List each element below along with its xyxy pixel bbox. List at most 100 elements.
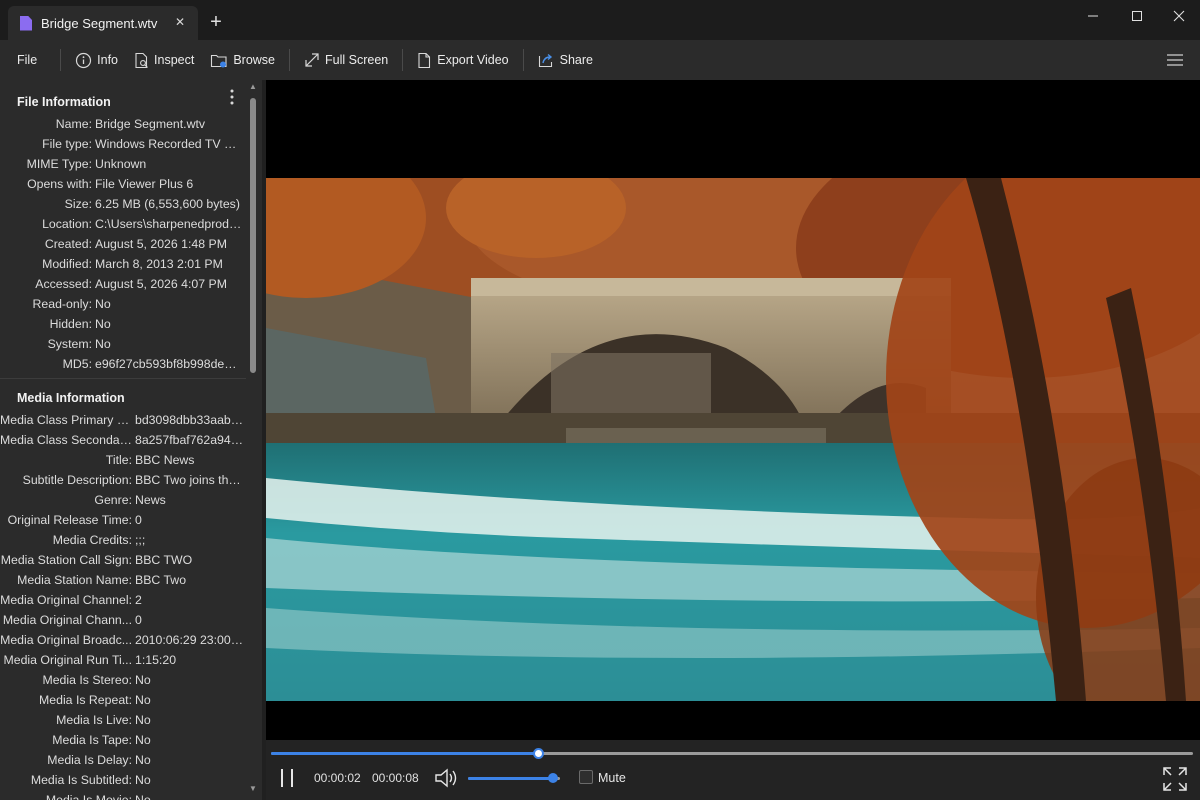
info-row-label: Read-only: (32, 297, 92, 311)
info-row: Media Class Primary ID: bd3098dbb33aab4..… (0, 410, 246, 430)
close-window-button[interactable] (1156, 0, 1200, 32)
info-row-label: Media Credits: (52, 533, 132, 547)
info-row: Media Original Broadc... 2010:06:29 23:00… (0, 630, 246, 650)
info-row-label: Media Is Delay: (47, 753, 132, 767)
info-row-value: August 5, 2026 1:48 PM (95, 237, 227, 251)
info-row-label: System: (47, 337, 92, 351)
info-row-label: Media Station Call Sign: (0, 553, 132, 567)
info-row-label: Subtitle Description: (22, 473, 132, 487)
fullscreen-toolbar-button[interactable]: Full Screen (296, 46, 396, 74)
inspect-icon (135, 52, 148, 68)
info-row-value: No (95, 297, 111, 311)
pause-icon[interactable] (278, 766, 296, 790)
info-row-value: 0 (135, 513, 142, 527)
info-row: Media Is Movie: No (0, 790, 246, 800)
info-row-label: Genre: (94, 493, 132, 507)
mute-checkbox[interactable] (579, 770, 593, 784)
info-row-value: March 8, 2013 2:01 PM (95, 257, 223, 271)
info-sidebar[interactable]: File Information Name: Bridge Segment.wtv… (0, 80, 262, 800)
export-document-icon (418, 52, 431, 68)
current-time: 00:00:02 (314, 771, 361, 785)
info-row-value: C:\Users\sharpenedprodu... (95, 217, 243, 231)
mute-label: Mute (598, 771, 626, 785)
info-row: MD5: e96f27cb593bf8b998de817... (0, 354, 246, 374)
info-row-value: 8a257fbaf762a947... (135, 433, 245, 447)
info-row: Media Is Live: No (0, 710, 246, 730)
info-row-label: Media Is Repeat: (39, 693, 132, 707)
info-row-label: Size: (64, 197, 92, 211)
hamburger-menu-icon[interactable] (1166, 52, 1184, 68)
scroll-up-arrow-icon[interactable]: ▲ (249, 82, 257, 91)
info-row: Media Original Chann... 0 (0, 610, 246, 630)
seek-bar-thumb[interactable] (533, 748, 545, 759)
info-row-value: No (135, 793, 151, 800)
toolbar: File Info Inspect Browse Full Screen Exp… (0, 40, 1200, 80)
file-menu-button[interactable]: File (0, 46, 54, 74)
minimize-icon (1088, 15, 1098, 17)
toolbar-divider (289, 49, 291, 71)
inspect-button[interactable]: Inspect (126, 46, 202, 74)
info-row-value: BBC Two (135, 573, 187, 587)
share-button[interactable]: Share (530, 46, 601, 74)
toolbar-divider (60, 49, 62, 71)
video-frame (266, 178, 1200, 701)
info-row-label: Media Class Secondary... (0, 433, 132, 447)
export-video-label: Export Video (437, 53, 509, 67)
info-row: Media Is Delay: No (0, 750, 246, 770)
info-row-value: News (135, 493, 166, 507)
expand-diagonal-icon (305, 53, 319, 67)
video-viewport[interactable] (266, 80, 1200, 740)
info-label: Info (97, 53, 119, 67)
info-row-value: No (135, 713, 151, 727)
browse-label: Browse (233, 53, 276, 67)
maximize-button[interactable] (1114, 0, 1160, 32)
info-button[interactable]: Info (67, 46, 126, 74)
info-row-value: No (135, 693, 151, 707)
scroll-down-arrow-icon[interactable]: ▼ (249, 784, 257, 793)
volume-slider[interactable] (468, 773, 560, 783)
maximize-icon (1132, 11, 1142, 21)
volume-slider-thumb[interactable] (547, 773, 558, 783)
info-row: Name: Bridge Segment.wtv (0, 114, 246, 134)
info-row-label: Hidden: (49, 317, 92, 331)
info-row: Media Is Stereo: No (0, 670, 246, 690)
info-row: Location: C:\Users\sharpenedprodu... (0, 214, 246, 234)
seek-bar[interactable] (271, 748, 1193, 759)
info-row: Media Is Tape: No (0, 730, 246, 750)
more-options-icon[interactable] (228, 88, 236, 106)
section-divider (0, 378, 246, 379)
tab-close-icon[interactable]: ✕ (172, 14, 188, 30)
scrollbar-thumb[interactable] (250, 98, 256, 373)
share-label: Share (559, 53, 593, 67)
new-tab-button[interactable]: + (206, 12, 226, 32)
info-row-value: BBC News (135, 453, 195, 467)
volume-icon[interactable] (434, 767, 458, 789)
toolbar-divider (402, 49, 404, 71)
info-row-value: August 5, 2026 4:07 PM (95, 277, 227, 291)
info-row-label: Media Is Live: (56, 713, 132, 727)
info-row: File type: Windows Recorded TV Sh... (0, 134, 246, 154)
fullscreen-icon[interactable] (1162, 766, 1188, 792)
sidebar-scrollbar[interactable]: ▲ ▼ (247, 80, 259, 800)
info-row-label: Media Is Subtitled: (30, 773, 132, 787)
info-row-label: Media Station Name: (17, 573, 132, 587)
title-bar: Bridge Segment.wtv ✕ + (0, 0, 1200, 40)
info-row: Media Station Call Sign: BBC TWO (0, 550, 246, 570)
export-video-button[interactable]: Export Video (409, 46, 516, 74)
info-row-value: No (135, 733, 151, 747)
info-row-label: File type: (42, 137, 92, 151)
info-row-label: Media Original Channel: (0, 593, 132, 607)
volume-slider-fill (468, 777, 553, 780)
info-row-label: Media Is Stereo: (42, 673, 132, 687)
minimize-button[interactable] (1070, 0, 1116, 32)
info-row-label: Media Original Run Ti... (3, 653, 133, 667)
tab-bridge-segment[interactable]: Bridge Segment.wtv ✕ (8, 6, 198, 40)
browse-button[interactable]: Browse (202, 46, 283, 74)
info-row: Media Is Subtitled: No (0, 770, 246, 790)
info-row-value: File Viewer Plus 6 (95, 177, 194, 191)
video-frame-image (266, 178, 1200, 701)
info-row: Read-only: No (0, 294, 246, 314)
info-row-label: Media Class Primary ID: (0, 413, 132, 427)
info-row: Modified: March 8, 2013 2:01 PM (0, 254, 246, 274)
info-row: Media Station Name: BBC Two (0, 570, 246, 590)
